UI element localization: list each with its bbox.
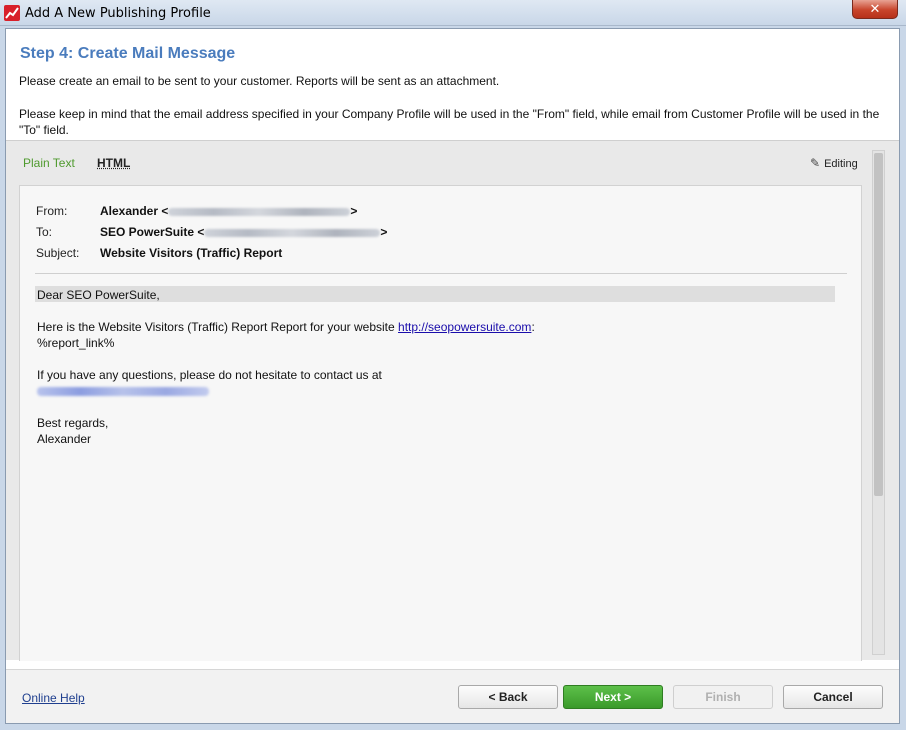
step-title: Step 4: Create Mail Message [20, 45, 236, 62]
button-bar: Online Help < Back Next > Finish Cancel [6, 669, 899, 723]
dialog-content: Step 4: Create Mail Message Please creat… [5, 28, 900, 724]
mail-preview-panel[interactable]: From: Alexander < > To: SEO PowerSuite < >… [19, 185, 862, 661]
editor-area: Plain Text HTML ✎ Editing From: Alexander… [6, 140, 899, 661]
closing-line: Best regards, [37, 416, 109, 430]
report-line-suffix: : [531, 320, 535, 334]
editing-label: Editing [824, 158, 858, 170]
subject-value: Website Visitors (Traffic) Report [100, 246, 283, 260]
redacted-from-email [168, 207, 351, 216]
online-help-link[interactable]: Online Help [22, 691, 85, 705]
vertical-scrollbar[interactable] [872, 150, 885, 655]
title-bar: Add A New Publishing Profile ✕ [0, 0, 906, 26]
tab-plain-text[interactable]: Plain Text [23, 156, 75, 170]
finish-button: Finish [673, 685, 773, 709]
header-separator [35, 273, 847, 274]
next-button[interactable]: Next > [563, 685, 663, 709]
step-description: Please create an email to be sent to you… [19, 74, 500, 88]
back-button[interactable]: < Back [458, 685, 558, 709]
window-close-button[interactable]: ✕ [852, 0, 898, 19]
to-close: > [380, 225, 388, 239]
scrollbar-thumb[interactable] [874, 153, 883, 496]
app-chart-icon [4, 5, 20, 21]
to-label: To: [36, 225, 53, 239]
redacted-contact-email [37, 387, 209, 397]
report-link-placeholder: %report_link% [37, 336, 115, 350]
to-name: SEO PowerSuite < [100, 225, 205, 239]
from-label: From: [36, 204, 68, 218]
subject-label: Subject: [36, 246, 80, 260]
contact-email-line [37, 384, 209, 398]
report-line: Here is the Website Visitors (Traffic) R… [37, 320, 535, 334]
contact-line: If you have any questions, please do not… [37, 368, 382, 382]
to-value: SEO PowerSuite < > [100, 225, 387, 239]
from-close: > [350, 204, 358, 218]
redacted-to-email [204, 228, 381, 237]
cancel-button[interactable]: Cancel [783, 685, 883, 709]
editing-toggle[interactable]: ✎ Editing [810, 156, 858, 170]
window-title: Add A New Publishing Profile [25, 6, 211, 21]
website-link[interactable]: http://seopowersuite.com [398, 320, 531, 334]
tab-html[interactable]: HTML [97, 156, 130, 170]
pencil-icon: ✎ [810, 156, 821, 170]
signature-line: Alexander [37, 432, 92, 446]
greeting-line: Dear SEO PowerSuite, [37, 288, 160, 302]
from-name: Alexander < [100, 204, 169, 218]
from-value: Alexander < > [100, 204, 357, 218]
report-line-text: Here is the Website Visitors (Traffic) R… [37, 320, 399, 334]
step-note: Please keep in mind that the email addre… [19, 107, 880, 137]
